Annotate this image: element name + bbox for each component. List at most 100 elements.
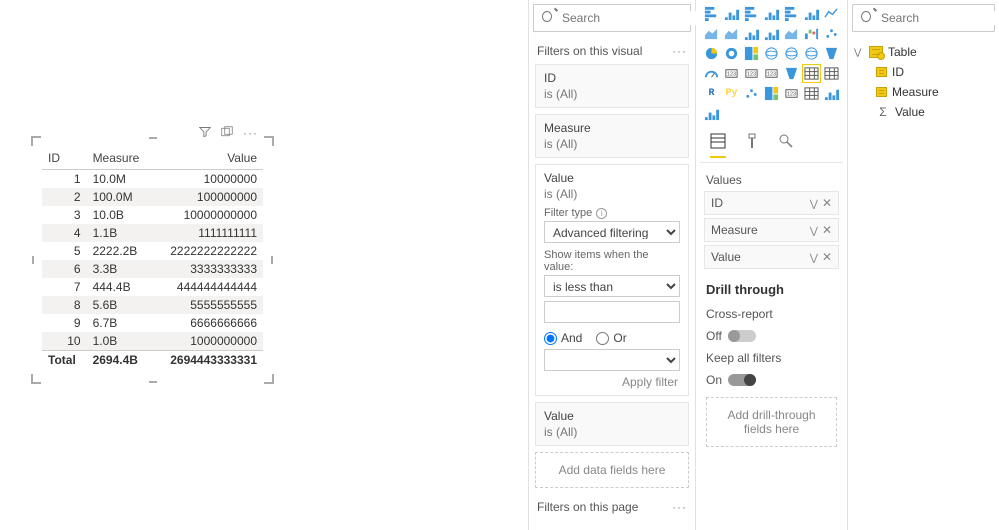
table-row[interactable]: 63.3B3333333333 [42,260,263,278]
viz-donut[interactable] [722,44,741,63]
filters-on-page-label: Filters on this page [537,500,638,514]
table-row[interactable]: 41.1B1111111111 [42,224,263,242]
format-tab-icon[interactable] [744,133,760,158]
filters-section-more-icon[interactable]: ··· [672,44,687,58]
viz-stacked-column[interactable] [722,4,741,23]
more-options-icon[interactable]: ··· [243,126,258,141]
report-canvas[interactable]: ··· ID Measure Value 110.0M100000002100.… [0,0,520,530]
chevron-down-icon[interactable]: ⋁ [810,199,818,210]
field-id[interactable]: ID [852,62,995,82]
viz-import-visual[interactable] [702,104,721,123]
viz-line[interactable] [822,4,841,23]
filter-type-select[interactable]: Advanced filtering [544,221,680,243]
analytics-tab-icon[interactable] [778,133,794,158]
remove-field-icon[interactable]: ✕ [822,196,832,210]
table-row[interactable]: 96.7B6666666666 [42,314,263,332]
field-well-measure[interactable]: Measure⋁✕ [704,218,839,242]
viz-decomposition-tree[interactable] [762,84,781,103]
viz-ribbon[interactable] [782,24,801,43]
table-row[interactable]: 85.6B5555555555 [42,296,263,314]
table-node[interactable]: ⋁ Table [852,42,995,62]
focus-mode-icon[interactable] [221,126,233,141]
viz-treemap[interactable] [742,44,761,63]
viz-table[interactable] [802,64,821,83]
cross-report-toggle[interactable]: Off [700,325,762,347]
viz-clustered-bar[interactable] [742,4,761,23]
fields-search[interactable] [852,4,995,32]
field-well-value[interactable]: Value⋁✕ [704,245,839,269]
apply-filter-link[interactable]: Apply filter [544,371,680,389]
table-row[interactable]: 2100.0M100000000 [42,188,263,206]
viz-card[interactable]: 123 [722,64,741,83]
viz-shape-map[interactable] [802,44,821,63]
viz-map[interactable] [762,44,781,63]
viz-matrix[interactable] [822,64,841,83]
field-measure[interactable]: Measure [852,82,995,102]
chevron-down-icon[interactable]: ⋁ [810,226,818,237]
viz-pie[interactable] [702,44,721,63]
viz-waterfall[interactable] [802,24,821,43]
viz-scatter[interactable] [822,24,841,43]
table-row[interactable]: 101.0B1000000000 [42,332,263,351]
viz-kpi[interactable]: 123 [762,64,781,83]
filter-operator-select[interactable]: is less than [544,275,680,297]
viz-paginated[interactable] [802,84,821,103]
filters-page-more-icon[interactable]: ··· [672,500,687,514]
table-row[interactable]: 310.0B10000000000 [42,206,263,224]
column-icon [876,87,887,97]
col-header[interactable]: ID [42,147,87,170]
viz-clustered-column[interactable] [762,4,781,23]
filter-card-measure[interactable]: Measure is (All) [535,114,689,158]
remove-field-icon[interactable]: ✕ [822,250,832,264]
filter-value-input-1[interactable] [544,301,680,323]
filter-icon[interactable] [199,126,211,141]
filters-search[interactable] [533,4,691,32]
fields-search-input[interactable] [881,11,999,25]
field-value[interactable]: ΣValue [852,102,995,122]
filter-card-value-2[interactable]: Value is (All) [535,402,689,446]
viz-area[interactable] [702,24,721,43]
add-data-fields-drop[interactable]: Add data fields here [535,452,689,488]
or-radio[interactable]: Or [596,331,626,345]
table-visual-container[interactable]: ··· ID Measure Value 110.0M100000002100.… [35,140,270,380]
remove-field-icon[interactable]: ✕ [822,223,832,237]
filter-operator-select-2[interactable] [544,349,680,371]
viz-multi-row-card[interactable]: 123 [742,64,761,83]
table-row[interactable]: 52222.2B2222222222222 [42,242,263,260]
values-well-label: Values [700,167,843,191]
viz-line-stacked-column[interactable] [742,24,761,43]
viz-filled-map[interactable] [782,44,801,63]
filters-search-input[interactable] [562,11,717,25]
chevron-down-icon[interactable]: ⋁ [810,253,818,264]
viz-slicer[interactable] [782,64,801,83]
viz-python-visual[interactable]: Py [722,84,741,103]
viz-line-clustered-column[interactable] [762,24,781,43]
viz-key-influencers[interactable] [742,84,761,103]
table-row[interactable]: 110.0M10000000 [42,170,263,189]
col-header[interactable]: Measure [87,147,153,170]
add-drill-fields-drop[interactable]: Add drill-through fields here [706,397,837,447]
and-radio[interactable]: And [544,331,582,345]
viz-stacked-bar[interactable] [702,4,721,23]
table-row[interactable]: 7444.4B444444444444 [42,278,263,296]
viz-gauge[interactable] [702,64,721,83]
viz-r-visual[interactable]: R [702,84,721,103]
viz-qna[interactable]: 123 [782,84,801,103]
field-well-id[interactable]: ID⋁✕ [704,191,839,215]
fields-tab-icon[interactable] [710,133,726,158]
viz-funnel[interactable] [822,44,841,63]
info-icon[interactable]: i [596,208,607,219]
viz-empty [742,104,761,123]
keep-filters-label: Keep all filters [700,347,843,369]
viz-100-stacked-bar[interactable] [782,4,801,23]
filter-card-value-expanded[interactable]: Value is (All) Filter typei Advanced fil… [535,164,689,396]
col-header[interactable]: Value [152,147,263,170]
drill-through-title: Drill through [700,272,843,303]
viz-custom1[interactable] [822,84,841,103]
visualizations-pane: 123123123RPy123 Values ID⋁✕Measure⋁✕Valu… [696,0,848,530]
keep-filters-toggle[interactable]: On [700,369,762,391]
viz-stacked-area[interactable] [722,24,741,43]
viz-100-stacked-column[interactable] [802,4,821,23]
column-icon [876,67,887,77]
filter-card-id[interactable]: ID is (All) [535,64,689,108]
